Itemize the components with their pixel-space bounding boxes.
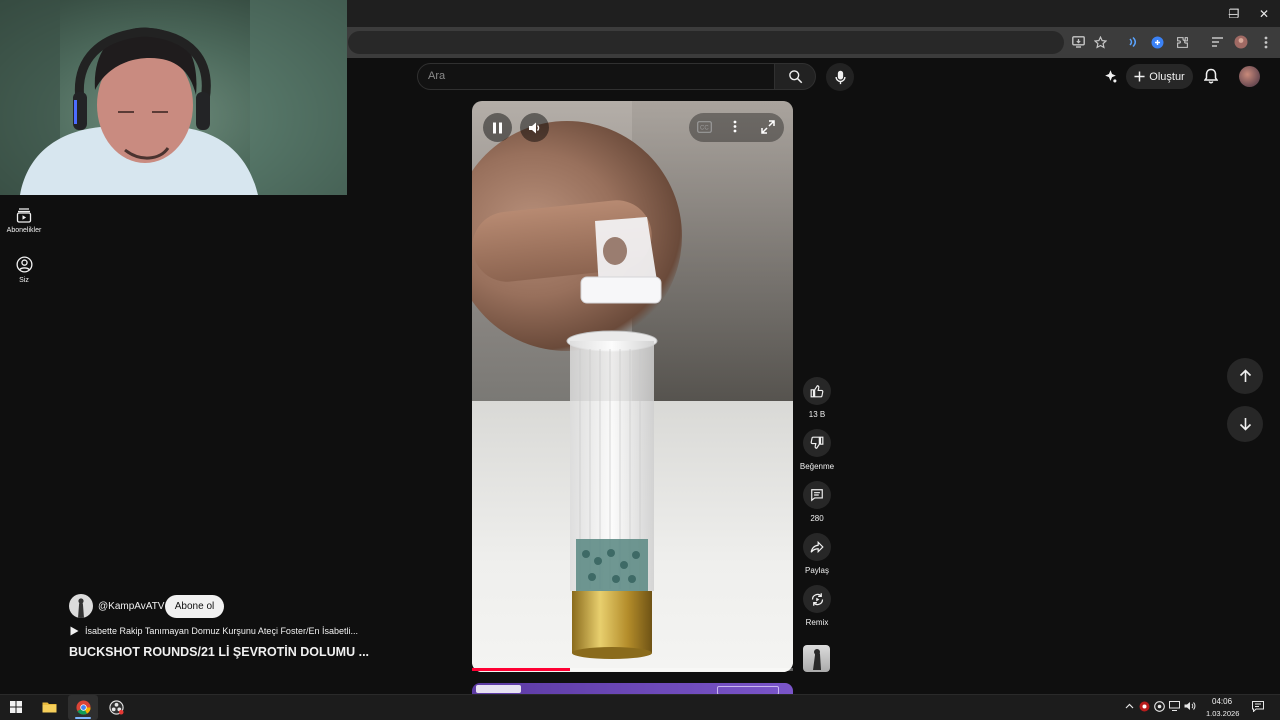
- menu-dots-icon[interactable]: [1257, 33, 1275, 51]
- pause-button[interactable]: [483, 113, 512, 142]
- restore-window-button[interactable]: ❐: [1217, 0, 1251, 27]
- file-explorer-taskbar-button[interactable]: [38, 697, 60, 717]
- sound-thumbnail[interactable]: [803, 645, 830, 672]
- dislike-label: Beğenme: [799, 462, 835, 471]
- account-avatar[interactable]: [1239, 66, 1260, 87]
- more-vert-icon: [733, 120, 737, 133]
- search-input[interactable]: [417, 63, 775, 90]
- comments-action[interactable]: 280: [800, 481, 834, 523]
- tray-overflow-chevron-icon[interactable]: [1123, 700, 1135, 712]
- remix-icon: [811, 592, 823, 606]
- tray-app-icon[interactable]: [1138, 700, 1150, 712]
- reading-list-icon[interactable]: [1208, 33, 1226, 51]
- arrow-down-icon: [1239, 418, 1251, 431]
- sidebar-item-subscriptions[interactable]: Abonelikler: [4, 207, 44, 234]
- tray-monitor-icon[interactable]: [1168, 700, 1180, 712]
- folder-icon: [42, 702, 56, 713]
- obs-taskbar-button[interactable]: [105, 697, 127, 717]
- voice-search-button[interactable]: [826, 63, 854, 91]
- shorts-video-player[interactable]: [472, 101, 793, 672]
- comments-button[interactable]: [803, 481, 831, 509]
- tray-security-icon[interactable]: [1153, 700, 1165, 712]
- microphone-icon: [834, 70, 846, 84]
- dislike-action[interactable]: Beğenme: [800, 429, 834, 471]
- expand-icon: [761, 120, 775, 134]
- svg-text:CC: CC: [700, 126, 709, 132]
- share-label: Paylaş: [804, 566, 829, 575]
- shotgun-wad-cap: [580, 217, 662, 304]
- video-title[interactable]: BUCKSHOT ROUNDS/21 Lİ ŞEVROTİN DOLUMU ..…: [69, 645, 369, 659]
- search-icon: [788, 70, 802, 84]
- start-button[interactable]: [5, 697, 27, 717]
- search-button[interactable]: [774, 63, 816, 90]
- channel-handle[interactable]: @KampAvATV: [98, 601, 164, 612]
- windows-logo-icon: [10, 701, 22, 713]
- like-action[interactable]: 13 B: [800, 377, 834, 419]
- more-options-button[interactable]: [733, 120, 739, 134]
- shotgun-shell: [566, 330, 658, 659]
- thumbs-down-icon: [810, 436, 824, 449]
- captions-icon: CC: [697, 121, 712, 133]
- fullscreen-button[interactable]: [761, 120, 775, 134]
- previous-short-button[interactable]: [1227, 358, 1263, 394]
- profile-icon[interactable]: [1232, 33, 1250, 51]
- notifications-center-icon[interactable]: [1252, 700, 1264, 712]
- webcam-overlay: [0, 0, 347, 195]
- tray-volume-icon[interactable]: [1184, 700, 1196, 712]
- remix-action[interactable]: Remix: [800, 585, 834, 627]
- sparkle-icon: [1104, 69, 1116, 82]
- sidebar-item-label: Abonelikler: [6, 227, 42, 234]
- next-short-button[interactable]: [1227, 406, 1263, 442]
- ai-sparkle-button[interactable]: [1101, 67, 1119, 85]
- share-icon: [810, 540, 824, 554]
- sidebar-item-you[interactable]: Siz: [4, 256, 44, 284]
- remix-label: Remix: [805, 618, 829, 627]
- you-icon: [15, 256, 33, 273]
- thumbs-up-icon: [810, 385, 824, 398]
- search-placeholder: Ara: [428, 70, 446, 82]
- chrome-taskbar-button[interactable]: [72, 697, 94, 717]
- notifications-button[interactable]: [1202, 67, 1220, 85]
- media-icon[interactable]: [1124, 33, 1142, 51]
- plus-icon: [1134, 71, 1145, 82]
- taskbar-active-indicator: [75, 717, 91, 719]
- volume-icon: [529, 122, 540, 133]
- bell-icon: [1204, 68, 1218, 84]
- subscriptions-icon: [16, 208, 32, 223]
- address-bar[interactable]: [348, 31, 1064, 54]
- puzzle-extensions-icon[interactable]: [1173, 33, 1191, 51]
- like-button[interactable]: [803, 377, 831, 405]
- subscribe-button[interactable]: Abone ol: [165, 595, 224, 618]
- captions-button[interactable]: CC: [697, 121, 712, 133]
- clock-time[interactable]: 04:06: [1212, 697, 1232, 706]
- clock-date[interactable]: 1.03.2026: [1206, 709, 1239, 718]
- playlist-link[interactable]: İsabette Rakip Tanımayan Domuz Kurşunu A…: [70, 626, 358, 636]
- volume-button[interactable]: [520, 113, 549, 142]
- share-button[interactable]: [803, 533, 831, 561]
- sidebar-item-label: Siz: [19, 277, 29, 284]
- progress-fill: [472, 668, 570, 671]
- like-count: 13 B: [808, 410, 826, 419]
- create-label: Oluştur: [1149, 70, 1185, 83]
- comment-count: 280: [810, 514, 824, 523]
- bookmark-star-icon[interactable]: [1091, 33, 1109, 51]
- close-window-button[interactable]: ✕: [1247, 0, 1280, 27]
- arrow-up-icon: [1239, 369, 1251, 382]
- playlist-title: İsabette Rakip Tanımayan Domuz Kurşunu A…: [85, 626, 358, 636]
- chrome-icon: [75, 699, 91, 715]
- share-action[interactable]: Paylaş: [800, 533, 834, 575]
- play-icon: [70, 626, 79, 636]
- channel-avatar[interactable]: [69, 594, 93, 618]
- dislike-button[interactable]: [803, 429, 831, 457]
- remix-button[interactable]: [803, 585, 831, 613]
- create-button[interactable]: Oluştur: [1126, 64, 1193, 89]
- extension-blue-icon[interactable]: [1148, 33, 1166, 51]
- install-app-icon[interactable]: [1069, 33, 1087, 51]
- pause-icon: [493, 122, 502, 133]
- obs-icon: [108, 699, 124, 715]
- comment-icon: [811, 489, 823, 502]
- windows-taskbar: [0, 694, 1280, 720]
